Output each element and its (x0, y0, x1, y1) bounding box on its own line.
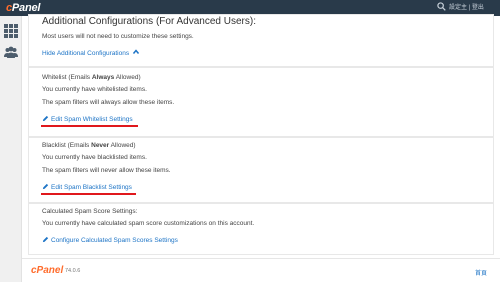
main-content: Additional Configurations (For Advanced … (22, 14, 500, 258)
whitelist-status: You currently have whitelisted items. (42, 86, 147, 93)
chevron-up-icon (132, 49, 139, 54)
blacklist-label-bold: Never (91, 142, 110, 149)
whitelist-label-bold: Always (91, 74, 115, 81)
left-sidebar (0, 16, 22, 282)
edit-whitelist-label: Edit Spam Whitelist Settings (51, 116, 133, 123)
whitelist-label-prefix: Whitelist (Emails (42, 74, 92, 81)
additional-config-section: Additional Configurations (For Advanced … (28, 14, 494, 67)
section-subtitle: Most users will not need to customize th… (42, 33, 194, 40)
whitelist-section: Whitelist (Emails Always Allowed) You cu… (28, 67, 494, 137)
pencil-icon (42, 236, 49, 243)
home-link[interactable]: 首頁 (475, 268, 487, 277)
blacklist-section: Blacklist (Emails Never Allowed) You cur… (28, 137, 494, 203)
edit-blacklist-label: Edit Spam Blacklist Settings (51, 184, 132, 191)
blacklist-label-prefix: Blacklist (Emails (42, 142, 92, 149)
hide-additional-config-link[interactable]: Hide Additional Configurations (42, 49, 139, 57)
whitelist-label-suffix: Allowed) (114, 74, 141, 81)
annotation-underline (41, 193, 136, 195)
footer: cPanel 74.0.6 首頁 (22, 258, 500, 282)
blacklist-description: The spam filters will never allow these … (42, 167, 171, 174)
blacklist-status: You currently have blacklisted items. (42, 154, 147, 161)
annotation-underline (41, 125, 138, 127)
pencil-icon (42, 115, 49, 122)
version-label: 74.0.6 (65, 268, 81, 274)
spam-score-section: Calculated Spam Score Settings: You curr… (28, 203, 494, 255)
users-icon[interactable] (4, 45, 18, 59)
search-icon[interactable] (437, 2, 446, 11)
section-title: Additional Configurations (For Advanced … (42, 16, 256, 27)
hide-link-label: Hide Additional Configurations (42, 50, 130, 57)
footer-logo: cPanel (31, 265, 64, 276)
pencil-icon (42, 183, 49, 190)
grid-icon[interactable] (4, 24, 18, 38)
edit-blacklist-link[interactable]: Edit Spam Blacklist Settings (42, 183, 132, 191)
spam-score-label: Calculated Spam Score Settings: (42, 208, 138, 215)
spam-score-status: You currently have calculated spam score… (42, 220, 255, 227)
whitelist-label: Whitelist (Emails Always Allowed) (42, 74, 141, 81)
configure-spam-score-label: Configure Calculated Spam Scores Setting… (51, 237, 178, 244)
blacklist-label-suffix: Allowed) (109, 142, 136, 149)
configure-spam-score-link[interactable]: Configure Calculated Spam Scores Setting… (42, 236, 178, 244)
blacklist-label: Blacklist (Emails Never Allowed) (42, 142, 136, 149)
edit-whitelist-link[interactable]: Edit Spam Whitelist Settings (42, 115, 133, 123)
whitelist-description: The spam filters will always allow these… (42, 99, 175, 106)
